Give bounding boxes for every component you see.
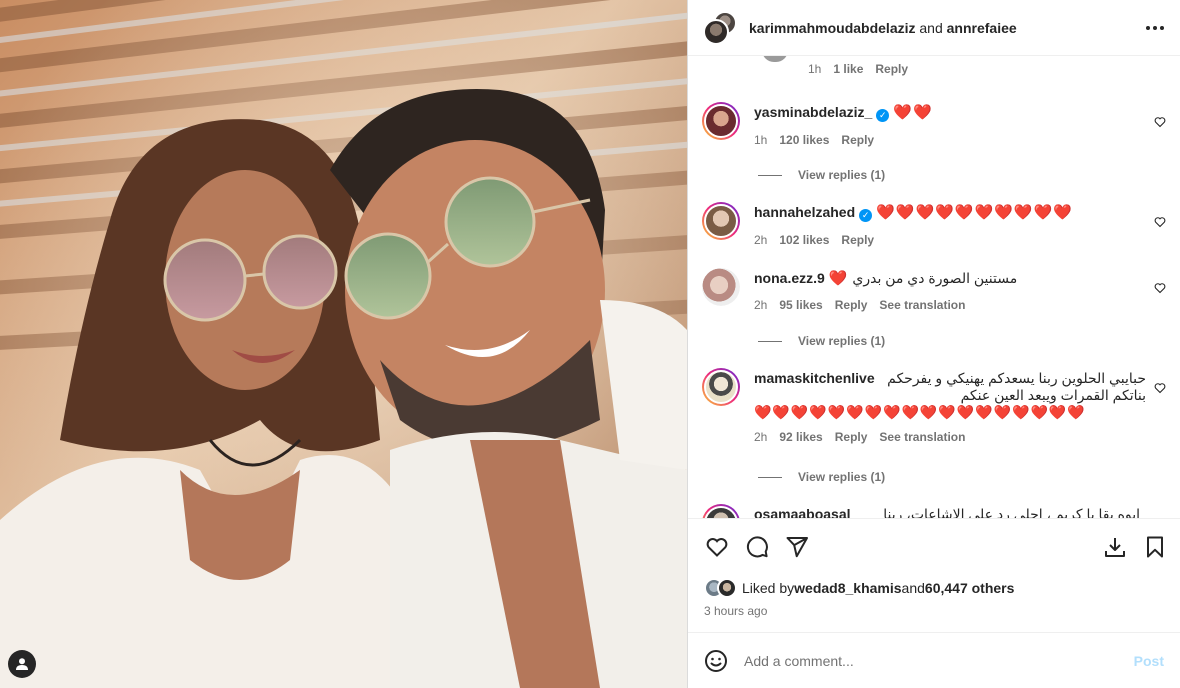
comment-item: hannahelzahed ✓ ❤️❤️❤️❤️❤️❤️❤️❤️❤️❤️ 2h 10…: [702, 202, 1180, 262]
likes-summary: Liked by wedad8_khamis and 60,447 others: [688, 574, 1180, 602]
comment-text: ❤️❤️: [893, 104, 933, 121]
comment-likes[interactable]: 1 like: [833, 62, 863, 76]
share-icon: [786, 536, 808, 557]
comment-username[interactable]: yasminabdelaziz_: [754, 104, 872, 120]
view-replies-button[interactable]: View replies (1): [758, 334, 885, 348]
comment-item: mamaskitchenlive حبايبي الحلوين ربنا يسع…: [702, 368, 1180, 468]
comment-input[interactable]: [744, 652, 1134, 669]
collab-avatars[interactable]: [703, 10, 737, 45]
comment-content: mamaskitchenlive حبايبي الحلوين ربنا يسع…: [754, 370, 1146, 446]
comment-time: 2h: [754, 298, 768, 312]
liker-avatars: [704, 578, 738, 598]
comment-username[interactable]: hannahelzahed: [754, 204, 855, 220]
verified-badge-icon: ✓: [859, 209, 873, 222]
smiley-icon[interactable]: [704, 649, 728, 673]
post-actions-bar: [688, 518, 1180, 574]
post-header: karimmahmoudabdelaziz and annrefaiee: [688, 0, 1180, 56]
save-button[interactable]: [1142, 534, 1168, 560]
comment-time: 1h: [808, 62, 822, 76]
heart-icon[interactable]: [1154, 282, 1166, 294]
download-icon: [1105, 537, 1125, 557]
likes-prefix: Liked by: [742, 580, 795, 596]
comment-button[interactable]: [744, 534, 770, 560]
likes-joiner: and: [901, 580, 925, 596]
avatar[interactable]: [702, 504, 740, 518]
liker-username[interactable]: wedad8_khamis: [794, 580, 901, 596]
comment-likes[interactable]: 120 likes: [779, 132, 829, 149]
comment-content: nona.ezz.9 ❤️ مستنين الصورة دي من بدري 2h…: [754, 270, 1140, 314]
comment-content: hannahelzahed ✓ ❤️❤️❤️❤️❤️❤️❤️❤️❤️❤️ 2h 10…: [754, 204, 1140, 249]
comment-content: osamaaboasal ايوه بقا يا كريم ، احلى رد …: [754, 506, 1140, 518]
comment-text: ❤️❤️❤️❤️❤️❤️❤️❤️❤️❤️: [876, 204, 1073, 221]
user-icon: [16, 658, 28, 670]
collab-username[interactable]: annrefaiee: [947, 20, 1017, 36]
post-side-panel: karimmahmoudabdelaziz and annrefaiee 1h …: [687, 0, 1180, 688]
comment-username[interactable]: mamaskitchenlive: [754, 370, 875, 387]
heart-icon[interactable]: [1154, 116, 1166, 128]
save-icon: [1147, 536, 1163, 557]
comment-time: 2h: [754, 430, 768, 444]
share-button[interactable]: [784, 534, 810, 560]
see-translation-button[interactable]: See translation: [879, 297, 965, 314]
post-authors: karimmahmoudabdelaziz and annrefaiee: [749, 20, 1017, 36]
comment-meta: 2h 102 likes Reply: [754, 232, 1140, 249]
tagged-users-button[interactable]: [8, 650, 36, 678]
more-horizontal-icon[interactable]: [1144, 20, 1166, 36]
comment-likes[interactable]: 95 likes: [779, 297, 822, 314]
avatar[interactable]: [702, 202, 740, 240]
comments-list[interactable]: 1h 1 like Reply yasminabdelaziz_ ✓ ❤️❤️ 1h…: [688, 56, 1180, 518]
comment-meta: 2h 92 likes Reply See translation: [754, 429, 1146, 446]
download-button[interactable]: [1102, 534, 1128, 560]
reply-button[interactable]: Reply: [875, 62, 908, 76]
likes-others-link[interactable]: 60,447 others: [925, 580, 1015, 596]
comment-item: nona.ezz.9 ❤️ مستنين الصورة دي من بدري 2h…: [702, 268, 1180, 328]
reply-button[interactable]: Reply: [841, 232, 874, 249]
instagram-post-modal: karimmahmoudabdelaziz and annrefaiee 1h …: [0, 0, 1180, 688]
post-timestamp[interactable]: 3 hours ago: [688, 602, 1180, 624]
comment-likes[interactable]: 92 likes: [779, 429, 822, 446]
comment-hearts: ❤️❤️❤️❤️❤️❤️❤️❤️❤️❤️❤️❤️❤️❤️❤️❤️❤️❤️: [754, 404, 1086, 420]
photo-illustration: [0, 0, 687, 688]
comment-meta: 1h 1 like Reply: [808, 62, 908, 76]
comment-meta: 1h 120 likes Reply: [754, 132, 1140, 149]
like-button[interactable]: [704, 534, 730, 560]
verified-badge-icon: ✓: [876, 109, 890, 122]
comment-username[interactable]: osamaaboasal: [754, 506, 851, 518]
comment-hearts: ❤️: [828, 270, 849, 287]
post-comment-button[interactable]: Post: [1134, 653, 1164, 669]
comment-time: 1h: [754, 133, 768, 147]
author-username[interactable]: karimmahmoudabdelaziz: [749, 20, 916, 36]
avatar[interactable]: [702, 268, 740, 306]
avatar[interactable]: [702, 102, 740, 140]
heart-icon[interactable]: [1154, 382, 1166, 394]
comment-item: osamaaboasal ايوه بقا يا كريم ، احلى رد …: [702, 504, 1180, 518]
comment-meta: 2h 95 likes Reply See translation: [754, 297, 1140, 314]
post-photo[interactable]: [0, 0, 687, 688]
heart-icon: [706, 537, 728, 557]
avatar: [762, 56, 788, 62]
view-replies-button[interactable]: View replies (1): [758, 470, 885, 484]
comment-item: yasminabdelaziz_ ✓ ❤️❤️ 1h 120 likes Reply: [702, 102, 1180, 162]
see-translation-button[interactable]: See translation: [879, 429, 965, 446]
comment-username[interactable]: nona.ezz.9: [754, 270, 825, 286]
comment-icon: [746, 535, 768, 557]
reply-button[interactable]: Reply: [841, 132, 874, 149]
comment-time: 2h: [754, 233, 768, 247]
comment-content: yasminabdelaziz_ ✓ ❤️❤️ 1h 120 likes Reply: [754, 104, 1140, 149]
add-comment-bar: Post: [688, 632, 1180, 688]
avatar[interactable]: [702, 368, 740, 406]
heart-icon[interactable]: [1154, 216, 1166, 228]
reply-button[interactable]: Reply: [835, 297, 868, 314]
reply-button[interactable]: Reply: [835, 429, 868, 446]
comment-text: ايوه بقا يا كريم ، احلى رد على الإشاعات،…: [883, 506, 1140, 518]
avatar: [703, 18, 729, 45]
authors-joiner: and: [915, 19, 947, 36]
view-replies-button[interactable]: View replies (1): [758, 168, 885, 182]
comment-likes[interactable]: 102 likes: [779, 232, 829, 249]
comment-text: مستنين الصورة دي من بدري: [852, 270, 1018, 286]
